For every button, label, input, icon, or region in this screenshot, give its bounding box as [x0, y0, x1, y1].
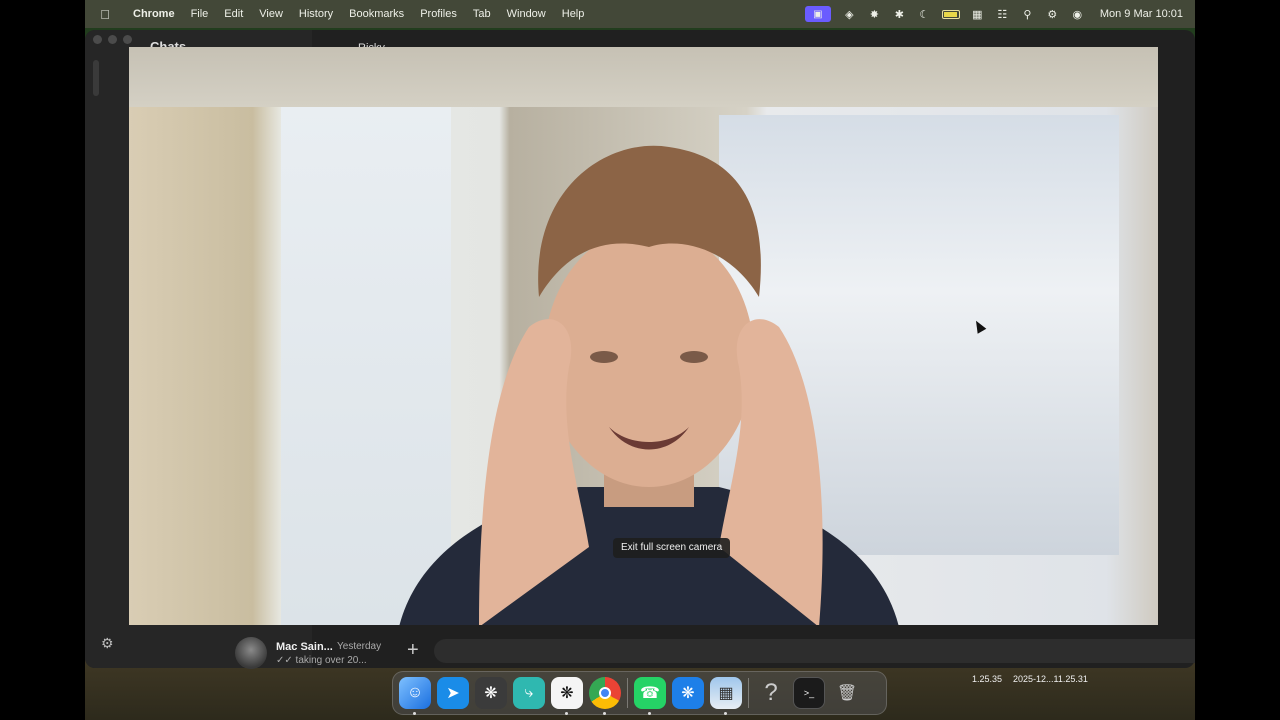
setapp-icon[interactable]: ⤷	[513, 677, 545, 709]
clock[interactable]: Mon 9 Mar 10:01	[1090, 8, 1183, 20]
dock-separator	[748, 678, 749, 708]
calendar-icon[interactable]: ▦	[965, 8, 990, 21]
message-input[interactable]	[434, 639, 1195, 663]
exit-fullscreen-tooltip[interactable]: Exit full screen camera	[613, 538, 731, 558]
menu-help[interactable]: Help	[554, 8, 593, 20]
avatar	[235, 637, 267, 669]
menu-tab[interactable]: Tab	[465, 8, 499, 20]
settings-icon[interactable]: ⚙	[101, 635, 114, 652]
search-icon[interactable]: ⚲	[1015, 8, 1040, 21]
help-icon[interactable]: ?	[755, 677, 787, 709]
chat-last-message: ✓✓ taking over 20...	[276, 655, 367, 666]
menu-bar:  Chrome File Edit View History Bookmark…	[85, 0, 1195, 28]
menu-file[interactable]: File	[183, 8, 217, 20]
airmail-icon[interactable]: ➤	[437, 677, 469, 709]
chat-time: Yesterday	[337, 641, 382, 652]
menu-history[interactable]: History	[291, 8, 341, 20]
sidebar-nav[interactable]	[93, 60, 99, 96]
desktop-file-label[interactable]: 2025-12...11.25.31	[1013, 674, 1088, 684]
moon-icon[interactable]: ☾	[912, 8, 937, 21]
menu-app-name[interactable]: Chrome	[125, 8, 183, 20]
menu-bookmarks[interactable]: Bookmarks	[341, 8, 412, 20]
whatsapp-icon[interactable]: ☎	[634, 677, 666, 715]
layers-icon[interactable]: ◈	[837, 8, 862, 21]
control-center-icon[interactable]: ⚙	[1040, 8, 1065, 21]
terminal-icon[interactable]: >_	[793, 677, 825, 709]
zoom-button[interactable]	[123, 35, 132, 44]
openai-icon[interactable]: ❋	[551, 677, 583, 715]
chrome-icon[interactable]	[589, 677, 621, 715]
chatgpt-icon[interactable]: ❋	[475, 677, 507, 709]
menu-edit[interactable]: Edit	[216, 8, 251, 20]
dock: ☺ ➤ ❋ ⤷ ❋ ☎ ❋ ▦ ? >_ 🗑	[392, 671, 887, 715]
menu-window[interactable]: Window	[499, 8, 554, 20]
trash-icon[interactable]: 🗑	[831, 677, 863, 709]
close-button[interactable]	[93, 35, 102, 44]
menu-profiles[interactable]: Profiles	[412, 8, 465, 20]
desktop-file-label[interactable]: 1.25.35	[972, 674, 1002, 684]
minimize-button[interactable]	[108, 35, 117, 44]
window-controls	[93, 35, 132, 44]
bluetooth-icon[interactable]: ✱	[887, 8, 912, 21]
preview-icon[interactable]: ▦	[710, 677, 742, 715]
status-area: ▣ ◈ ✸ ✱ ☾ ▦ ☷ ⚲ ⚙ ◉ Mon 9 Mar 10:01	[804, 6, 1195, 22]
chat-list-item[interactable]: Mac Sain... Yesterday ✓✓ taking over 20.…	[235, 635, 395, 671]
airdrop-icon[interactable]: ✸	[862, 8, 887, 21]
tool-icon[interactable]: ❋	[672, 677, 704, 709]
ceiling	[129, 47, 1158, 107]
screen-record-icon[interactable]: ▣	[804, 6, 831, 22]
battery-icon[interactable]	[941, 9, 960, 19]
menu-view[interactable]: View	[251, 8, 291, 20]
wifi-icon[interactable]: ☷	[990, 8, 1015, 21]
attach-button[interactable]: +	[407, 640, 419, 660]
siri-icon[interactable]: ◉	[1065, 8, 1090, 21]
finder-icon[interactable]: ☺	[399, 677, 431, 715]
apple-icon[interactable]: 	[85, 7, 125, 22]
dock-separator	[627, 678, 628, 708]
chat-name: Mac Sain...	[276, 641, 333, 653]
